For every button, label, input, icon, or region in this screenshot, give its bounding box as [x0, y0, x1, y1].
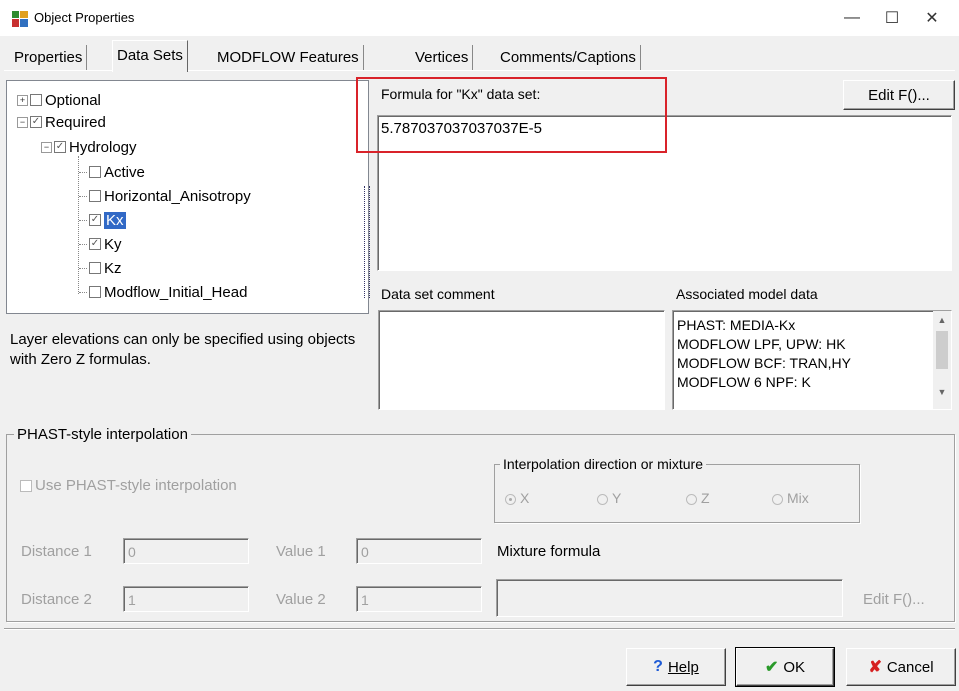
scroll-down-icon[interactable]: ▼ — [933, 387, 951, 397]
radio-z[interactable]: Z — [686, 490, 710, 506]
help-button[interactable]: ? Help — [626, 648, 726, 686]
checkbox-active[interactable] — [89, 166, 101, 178]
tree-item-horizontal-anisotropy[interactable]: Horizontal_Anisotropy — [79, 185, 251, 207]
data-set-tree[interactable]: + Optional − ✓ Required − ✓ Hydrology Ac… — [6, 80, 369, 314]
radio-icon[interactable] — [505, 493, 516, 505]
cancel-x-icon: ✘ — [868, 659, 882, 676]
window-title: Object Properties — [34, 10, 135, 25]
close-button[interactable]: ✕ — [912, 4, 952, 32]
value1-input[interactable]: 0 — [356, 538, 482, 564]
tree-item-kz[interactable]: Kz — [79, 257, 122, 279]
scrollbar[interactable]: ▲ ▼ — [933, 311, 951, 409]
info-text: Layer elevations can only be specified u… — [10, 331, 356, 368]
tab-vertices[interactable]: Vertices — [411, 45, 474, 70]
mixture-formula-input[interactable] — [496, 579, 843, 617]
collapse-icon[interactable]: − — [41, 141, 52, 153]
value2-input[interactable]: 1 — [356, 586, 482, 612]
checkbox-ky[interactable]: ✓ — [89, 238, 101, 250]
edit-formula-button[interactable]: Edit F()... — [843, 80, 955, 110]
tree-item-ky[interactable]: ✓ Ky — [79, 233, 122, 255]
tree-item-required[interactable]: − ✓ Required — [17, 111, 106, 133]
radio-icon[interactable] — [686, 493, 697, 505]
checkbox-hydrology[interactable]: ✓ — [54, 141, 66, 153]
radio-mix[interactable]: Mix — [772, 490, 809, 506]
checkbox-kz[interactable] — [89, 262, 101, 274]
distance2-input[interactable]: 1 — [123, 586, 249, 612]
edit-mixture-button[interactable]: Edit F()... — [863, 591, 925, 608]
associated-line: MODFLOW LPF, UPW: HK — [677, 336, 846, 352]
use-phast-checkbox[interactable]: Use PHAST-style interpolation — [20, 477, 237, 494]
collapse-icon[interactable]: − — [17, 116, 28, 128]
tree-item-optional[interactable]: + Optional — [17, 89, 101, 111]
radio-icon[interactable] — [772, 493, 783, 505]
selected-item-label: Kx — [104, 211, 126, 229]
value2-label: Value 2 — [276, 591, 326, 608]
tab-properties[interactable]: Properties — [10, 45, 88, 70]
radio-y[interactable]: Y — [597, 490, 621, 506]
distance1-input[interactable]: 0 — [123, 538, 249, 564]
scroll-thumb[interactable] — [936, 331, 948, 369]
checkbox-kx[interactable]: ✓ — [89, 214, 101, 226]
radio-x[interactable]: X — [505, 490, 529, 506]
checkbox-required[interactable]: ✓ — [30, 116, 42, 128]
distance2-label: Distance 2 — [21, 591, 92, 608]
maximize-button[interactable]: ☐ — [872, 4, 912, 32]
expand-icon[interactable]: + — [17, 94, 28, 106]
associated-list[interactable]: PHAST: MEDIA-Kx MODFLOW LPF, UPW: HK MOD… — [672, 310, 952, 410]
value1-label: Value 1 — [276, 543, 326, 560]
scroll-up-icon[interactable]: ▲ — [933, 315, 951, 325]
distance1-label: Distance 1 — [21, 543, 92, 560]
checkbox-modflow-initial-head[interactable] — [89, 286, 101, 298]
help-icon: ? — [653, 658, 663, 675]
comment-label: Data set comment — [381, 286, 495, 302]
cancel-button[interactable]: ✘ Cancel — [846, 648, 956, 686]
mixture-label: Mixture formula — [497, 543, 601, 560]
tab-modflow-features[interactable]: MODFLOW Features — [213, 45, 364, 70]
splitter-handle[interactable] — [364, 186, 370, 298]
tree-item-modflow-initial-head[interactable]: Modflow_Initial_Head — [79, 281, 247, 303]
associated-line: PHAST: MEDIA-Kx — [677, 317, 796, 333]
radio-icon[interactable] — [597, 493, 608, 505]
associated-line: MODFLOW 6 NPF: K — [677, 374, 811, 390]
comment-textarea[interactable] — [378, 310, 665, 410]
ok-button[interactable]: ✔ OK — [735, 647, 835, 687]
minimize-button[interactable]: — — [832, 4, 872, 32]
checkbox-optional[interactable] — [30, 94, 42, 106]
tree-item-kx[interactable]: ✓ Kx — [79, 209, 126, 231]
highlight-box — [356, 77, 667, 153]
phast-group-label: PHAST-style interpolation — [14, 426, 191, 443]
tab-comments-captions[interactable]: Comments/Captions — [496, 45, 641, 70]
tree-item-hydrology[interactable]: − ✓ Hydrology — [41, 136, 137, 158]
direction-group-label: Interpolation direction or mixture — [500, 456, 706, 472]
tree-item-active[interactable]: Active — [79, 161, 145, 183]
associated-label: Associated model data — [676, 286, 818, 302]
checkmark-icon: ✔ — [764, 659, 779, 676]
checkbox-horizontal-anisotropy[interactable] — [89, 190, 101, 202]
app-icon — [12, 11, 28, 27]
checkbox-use-phast[interactable] — [20, 479, 32, 492]
tab-data-sets[interactable]: Data Sets — [112, 40, 188, 72]
bottom-divider — [4, 628, 955, 630]
title-bar: Object Properties — ☐ ✕ — [0, 0, 959, 36]
associated-line: MODFLOW BCF: TRAN,HY — [677, 355, 851, 371]
